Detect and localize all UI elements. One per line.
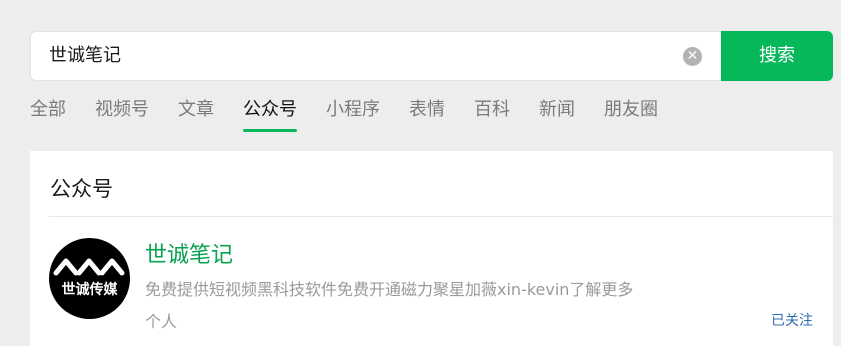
tab-encyclopedia[interactable]: 百科: [474, 96, 510, 132]
tab-stickers[interactable]: 表情: [409, 96, 445, 132]
follow-status[interactable]: 已关注: [771, 310, 813, 330]
tab-channels[interactable]: 视频号: [95, 96, 149, 132]
tab-all[interactable]: 全部: [30, 96, 66, 132]
tab-moments[interactable]: 朋友圈: [604, 96, 658, 132]
avatar-logo: 世诚传媒: [53, 258, 125, 298]
search-results-page: 世诚笔记 ✕ 搜索 全部 视频号 文章 公众号 小程序 表情 百科 新闻 朋友圈…: [0, 0, 841, 346]
avatar[interactable]: 世诚传媒: [49, 238, 130, 319]
tab-news[interactable]: 新闻: [539, 96, 575, 132]
tab-mini-programs[interactable]: 小程序: [326, 96, 380, 132]
search-input[interactable]: 世诚笔记: [49, 32, 121, 80]
tab-official-accounts[interactable]: 公众号: [243, 96, 297, 132]
account-description: 免费提供短视频黑科技软件免费开通磁力聚星加薇xin-kevin了解更多: [145, 280, 634, 299]
close-circle-icon[interactable]: ✕: [683, 47, 702, 66]
tab-articles[interactable]: 文章: [178, 96, 214, 132]
account-name[interactable]: 世诚笔记: [145, 237, 233, 269]
account-type: 个人: [145, 312, 178, 331]
search-bar: 世诚笔记 ✕ 搜索: [30, 31, 833, 81]
section-title: 公众号: [50, 177, 113, 201]
divider: [49, 216, 833, 217]
search-box[interactable]: 世诚笔记 ✕: [30, 31, 721, 81]
results-card: 公众号 世诚传媒 世诚笔记 免费提供短视频黑科技软件免费开通磁力聚星加薇xin-…: [30, 151, 833, 346]
category-tabs: 全部 视频号 文章 公众号 小程序 表情 百科 新闻 朋友圈: [30, 96, 687, 132]
avatar-text: 世诚传媒: [62, 281, 119, 298]
search-button[interactable]: 搜索: [721, 31, 833, 81]
